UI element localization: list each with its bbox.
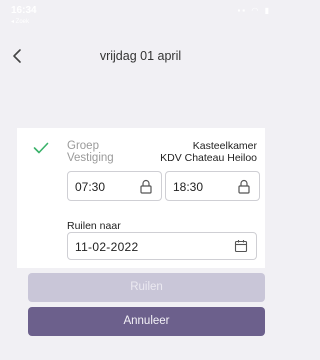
swap-date-field[interactable]: 11-02-2022 (67, 232, 257, 260)
start-time-field[interactable]: 07:30 (67, 171, 162, 201)
swap-to-label: Ruilen naar (67, 220, 121, 232)
cancel-button[interactable]: Annuleer (28, 307, 265, 336)
end-time-value: 18:30 (173, 180, 204, 194)
group-value: Kasteelkamer (192, 140, 257, 152)
status-bar: 16:34 ◂ Zoek ▪▪ ◠ ▮ (0, 0, 281, 36)
swap-button[interactable]: Ruilen (28, 273, 265, 302)
swap-date-value: 11-02-2022 (75, 240, 139, 254)
wifi-icon: ◠ (251, 6, 261, 15)
status-back-app[interactable]: ◂ Zoek (11, 18, 29, 25)
location-value: KDV Chateau Heiloo (160, 152, 257, 164)
signal-icon: ▪▪ (237, 6, 248, 15)
lock-icon (238, 179, 250, 194)
battery-icon: ▮ (264, 6, 271, 15)
nav-bar: vrijdag 01 april (0, 40, 281, 70)
shift-card: Groep Kasteelkamer Vestiging KDV Chateau… (17, 128, 265, 268)
location-label: Vestiging (67, 152, 114, 164)
end-time-field[interactable]: 18:30 (165, 171, 260, 201)
start-time-value: 07:30 (75, 180, 106, 194)
calendar-icon (234, 240, 248, 253)
status-icons: ▪▪ ◠ ▮ (237, 6, 271, 15)
check-icon (33, 142, 49, 154)
page-title: vrijdag 01 april (99, 49, 182, 63)
status-time: 16:34 (11, 5, 37, 16)
group-label: Groep (67, 140, 99, 152)
lock-icon (140, 179, 152, 194)
